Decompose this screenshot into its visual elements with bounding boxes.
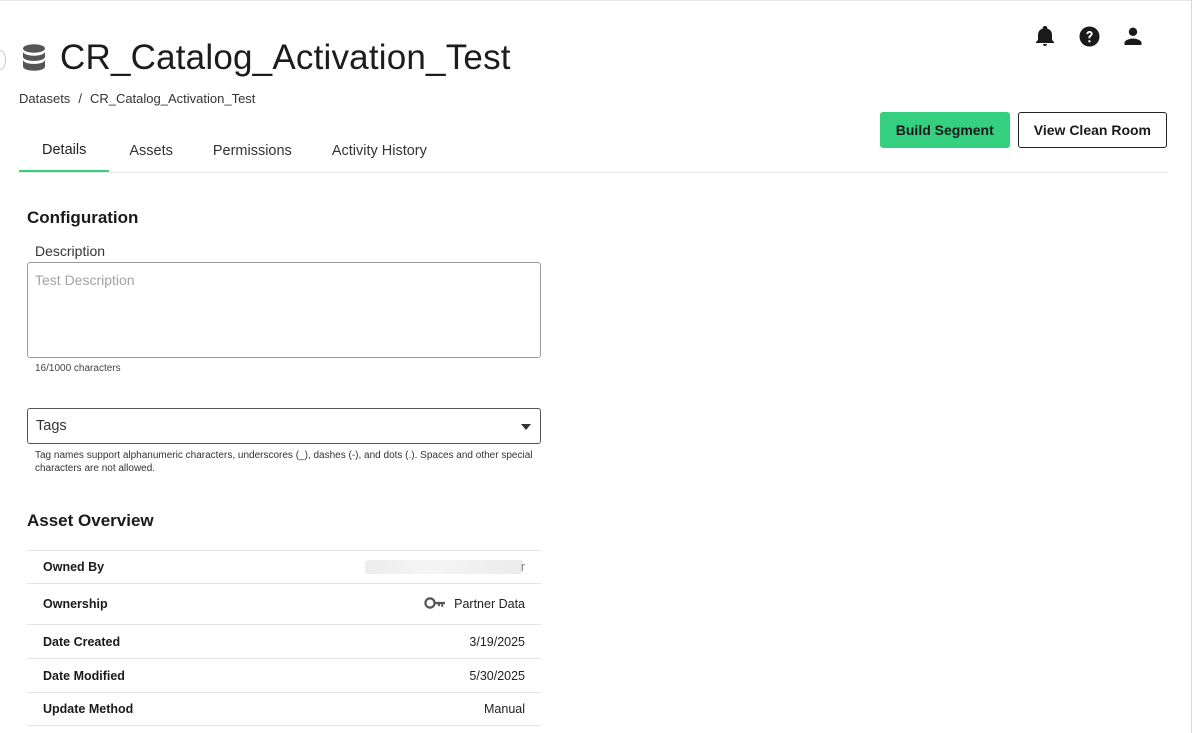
database-icon bbox=[22, 43, 48, 73]
redacted-owner bbox=[364, 560, 523, 574]
description-label: Description bbox=[35, 243, 106, 259]
asset-overview-table: Owned By r Ownership Partner Data Date C… bbox=[27, 550, 541, 726]
bell-icon[interactable] bbox=[1034, 24, 1056, 48]
overview-key: Date Created bbox=[43, 634, 121, 649]
tags-label: Tags bbox=[36, 418, 67, 434]
window-top-edge bbox=[0, 0, 1192, 1]
sidebar-toggle-handle[interactable] bbox=[0, 50, 6, 70]
key-icon bbox=[424, 596, 446, 612]
breadcrumb: Datasets / CR_Catalog_Activation_Test bbox=[19, 91, 255, 106]
overview-row-owned-by: Owned By r bbox=[27, 550, 541, 583]
ownership-value: Partner Data bbox=[454, 597, 525, 611]
overview-key: Update Method bbox=[43, 702, 134, 716]
breadcrumb-datasets-link[interactable]: Datasets bbox=[19, 91, 70, 106]
owner-value-fragment: r bbox=[520, 560, 525, 574]
breadcrumb-current: CR_Catalog_Activation_Test bbox=[89, 91, 256, 106]
user-icon[interactable] bbox=[1122, 24, 1144, 48]
overview-key: Owned By bbox=[43, 560, 105, 574]
overview-value: r bbox=[364, 560, 525, 574]
overview-key: Date Modified bbox=[43, 668, 125, 683]
overview-row-ownership: Ownership Partner Data bbox=[27, 583, 541, 624]
breadcrumb-separator: / bbox=[78, 91, 82, 106]
overview-value: Manual bbox=[484, 702, 525, 716]
character-count: 16/1000 characters bbox=[35, 363, 121, 374]
chevron-down-icon bbox=[520, 417, 532, 435]
configuration-heading: Configuration bbox=[27, 208, 139, 227]
overview-row-update-method: Update Method Manual bbox=[27, 692, 541, 726]
page-title: CR_Catalog_Activation_Test bbox=[60, 38, 511, 77]
tab-permissions[interactable]: Permissions bbox=[193, 130, 312, 172]
help-icon[interactable] bbox=[1078, 24, 1100, 48]
description-field[interactable] bbox=[27, 262, 541, 358]
header-actions bbox=[1034, 24, 1144, 48]
overview-value: Partner Data bbox=[424, 596, 525, 612]
tab-activity-history[interactable]: Activity History bbox=[312, 130, 447, 172]
overview-value: 5/30/2025 bbox=[469, 668, 525, 683]
asset-overview-heading: Asset Overview bbox=[27, 511, 154, 530]
page-header: CR_Catalog_Activation_Test bbox=[22, 38, 511, 78]
overview-key: Ownership bbox=[43, 597, 108, 611]
tab-assets[interactable]: Assets bbox=[109, 130, 193, 172]
overview-row-date-created: Date Created 3/19/2025 bbox=[27, 624, 541, 658]
tags-select[interactable]: Tags bbox=[27, 408, 541, 444]
tags-help-text: Tag names support alphanumeric character… bbox=[35, 450, 533, 474]
tab-bar: Details Assets Permissions Activity Hist… bbox=[19, 130, 1167, 173]
tab-details[interactable]: Details bbox=[19, 130, 110, 172]
overview-row-date-modified: Date Modified 5/30/2025 bbox=[27, 658, 541, 692]
overview-value: 3/19/2025 bbox=[469, 634, 525, 649]
